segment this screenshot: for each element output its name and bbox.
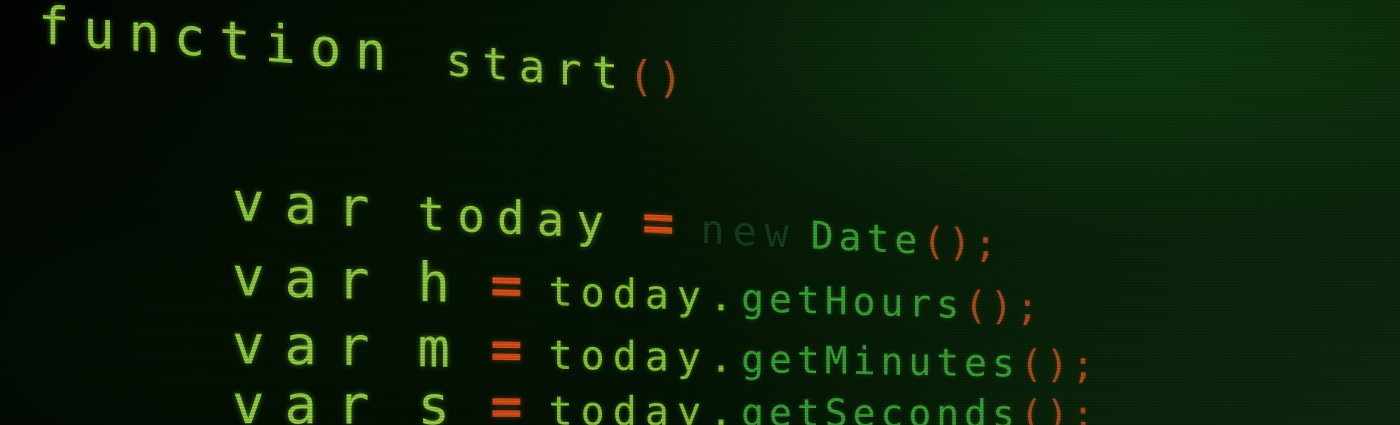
object-reference: today. (548, 332, 742, 382)
assignment-operator: = (490, 374, 523, 425)
function-name: start (445, 35, 629, 101)
code-line-var-s: var s = today.getSeconds(); (232, 373, 1098, 425)
var-keyword: var (232, 170, 390, 241)
object-reference: today. (548, 268, 742, 321)
var-keyword: var (232, 313, 390, 379)
assignment-operator: = (490, 317, 523, 382)
method-call: getSeconds (741, 390, 1020, 425)
call-parens: (); (1019, 341, 1098, 388)
call-parens: (); (964, 283, 1042, 330)
var-keyword: var (232, 373, 390, 425)
method-call: getMinutes (741, 336, 1020, 386)
assignment-operator: = (642, 190, 675, 255)
code-line-function-declaration: function start() (38, 0, 687, 105)
var-keyword: var (232, 245, 390, 313)
crt-code-screen: function start() var today = new Date(); var… (0, 0, 1400, 425)
new-keyword: new (700, 206, 797, 258)
function-keyword: function (38, 0, 401, 85)
variable-name: m (417, 316, 465, 381)
call-parens: (); (1019, 392, 1098, 425)
method-call: getHours (741, 275, 965, 328)
function-call: Date (810, 213, 923, 263)
variable-name: h (417, 250, 465, 316)
variable-name: today (417, 186, 617, 250)
object-reference: today. (548, 388, 742, 425)
assignment-operator: = (490, 253, 523, 318)
function-parens: () (628, 50, 687, 105)
call-parens: (); (922, 218, 1000, 267)
variable-name: s (417, 373, 465, 425)
